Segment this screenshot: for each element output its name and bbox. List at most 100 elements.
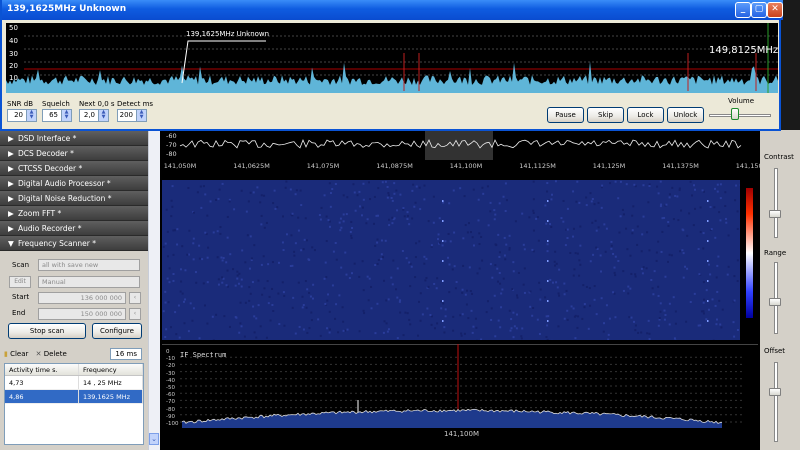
popup-y-label: 10 bbox=[9, 74, 18, 82]
spin-arrows-icon[interactable]: ▲ ▼ bbox=[61, 110, 71, 121]
plugin-row[interactable]: ▶ CTCSS Decoder * bbox=[0, 161, 148, 176]
pause-button[interactable]: Pause bbox=[547, 107, 584, 123]
db-label: -60 bbox=[166, 132, 177, 140]
if-spectrum-title: IF Spectrum bbox=[180, 351, 227, 359]
plugin-row[interactable]: ▶ DCS Decoder * bbox=[0, 146, 148, 161]
collapse-arrow-icon: ▶ bbox=[8, 164, 14, 173]
next-label: Next 0,0 s bbox=[79, 100, 115, 108]
frequency-axis[interactable]: 141,050M 141,0625M 141,075M 141,0875M 141,10… bbox=[160, 160, 768, 176]
clear-icon: ▮ bbox=[4, 350, 8, 358]
spin-arrows-icon[interactable]: ▲ ▼ bbox=[136, 110, 146, 121]
offset-slider-track[interactable] bbox=[774, 362, 778, 442]
activity-toolbar: ▮ Clear ✕ Delete 16 ms bbox=[4, 347, 144, 361]
close-icon: ✕ bbox=[771, 4, 779, 14]
plugin-label: CTCSS Decoder * bbox=[18, 164, 83, 173]
freq-tick-label: 141,125M bbox=[592, 162, 626, 170]
plugin-label: Digital Audio Processor * bbox=[18, 179, 111, 188]
popup-titlebar[interactable]: 139,1625MHz Unknown _ ▢ ✕ bbox=[2, 0, 783, 20]
spectrum-trace bbox=[179, 139, 742, 149]
lock-button[interactable]: Lock bbox=[627, 107, 664, 123]
contrast-label: Contrast bbox=[764, 153, 794, 161]
volume-label: Volume bbox=[728, 97, 755, 105]
detect-stepper[interactable]: 200 ▲ ▼ bbox=[117, 109, 147, 122]
clear-button[interactable]: Clear bbox=[10, 350, 28, 358]
plugin-row[interactable]: ▶ DSD Interface * bbox=[0, 131, 148, 146]
delete-button[interactable]: Delete bbox=[44, 350, 67, 358]
plugin-row[interactable]: ▶ Digital Noise Reduction * bbox=[0, 191, 148, 206]
snr-value: 20 bbox=[14, 111, 23, 119]
skip-button[interactable]: Skip bbox=[587, 107, 624, 123]
contrast-slider-track[interactable] bbox=[774, 168, 778, 238]
contrast-slider-thumb[interactable] bbox=[769, 210, 781, 218]
db-label: -70 bbox=[166, 141, 177, 149]
edit-mode-select[interactable]: Manual bbox=[38, 276, 140, 288]
scanner-popup-window: 139,1625MHz Unknown _ ▢ ✕ 50 40 30 20 10… bbox=[0, 0, 783, 131]
plugin-row[interactable]: ▶ Digital Audio Processor * bbox=[0, 176, 148, 191]
plugin-scrollbar[interactable] bbox=[148, 130, 160, 450]
detect-value: 200 bbox=[119, 111, 133, 119]
col-frequency[interactable]: Frequency bbox=[79, 364, 143, 375]
plugin-list: ▶ DSD Interface * ▶ DCS Decoder * ▶ CTCSS Dec… bbox=[0, 131, 148, 251]
minimize-icon: _ bbox=[740, 4, 746, 14]
range-slider-thumb[interactable] bbox=[769, 298, 781, 306]
next-stepper[interactable]: 2,0 ▲ ▼ bbox=[79, 109, 109, 122]
end-arrow-button[interactable]: ‹ bbox=[129, 308, 141, 320]
volume-slider-track[interactable] bbox=[709, 114, 771, 117]
plugin-row[interactable]: ▶ Zoom FFT * bbox=[0, 206, 148, 221]
row-freq: 139,1625 MHz bbox=[79, 390, 143, 403]
squelch-stepper[interactable]: 65 ▲ ▼ bbox=[42, 109, 72, 122]
maximize-button[interactable]: ▢ bbox=[751, 2, 767, 18]
freq-tick-label: 141,075M bbox=[306, 162, 340, 170]
spin-arrows-icon[interactable]: ▲ ▼ bbox=[98, 110, 108, 121]
squelch-value: 65 bbox=[49, 111, 58, 119]
freq-tick-label: 141,1125M bbox=[519, 162, 556, 170]
interval-display: 16 ms bbox=[110, 348, 142, 360]
col-activity-time[interactable]: Activity time s. bbox=[5, 364, 79, 375]
configure-button[interactable]: Configure bbox=[92, 323, 142, 339]
detect-label: Detect ms bbox=[117, 100, 154, 108]
popup-y-label: 20 bbox=[9, 62, 18, 70]
end-freq-input[interactable]: 150 000 000 bbox=[38, 308, 126, 320]
signal-annotation: 139,1625MHz Unknown bbox=[186, 30, 270, 38]
collapse-arrow-icon: ▶ bbox=[8, 149, 14, 158]
edit-button[interactable]: Edit bbox=[9, 276, 31, 288]
offset-slider-thumb[interactable] bbox=[769, 388, 781, 396]
collapse-arrow-icon: ▶ bbox=[8, 209, 14, 218]
scan-mode-select[interactable]: all with save new bbox=[38, 259, 140, 271]
waterfall-colorbar bbox=[746, 188, 753, 318]
db-scale: -60 -70 -80 bbox=[166, 132, 177, 159]
next-value: 2,0 bbox=[83, 111, 95, 119]
spin-arrows-icon[interactable]: ▲ ▼ bbox=[26, 110, 36, 121]
collapse-arrow-icon: ▶ bbox=[8, 224, 14, 233]
collapse-arrow-icon: ▶ bbox=[8, 134, 14, 143]
freq-tick-label: 141,100M bbox=[449, 162, 483, 170]
plugin-label: Zoom FFT * bbox=[18, 209, 62, 218]
if-spectrum-graph bbox=[180, 344, 742, 428]
volume-slider-thumb[interactable] bbox=[731, 108, 740, 120]
table-row[interactable]: 4,86 139,1625 MHz bbox=[5, 390, 143, 404]
plugin-label: DSD Interface * bbox=[18, 134, 77, 143]
expand-arrow-icon: ▼ bbox=[8, 239, 14, 248]
plugin-row[interactable]: ▶ Audio Recorder * bbox=[0, 221, 148, 236]
waterfall-noise bbox=[162, 180, 740, 340]
stop-scan-button[interactable]: Stop scan bbox=[8, 323, 86, 339]
popup-spectrum-graph bbox=[6, 23, 778, 93]
start-arrow-button[interactable]: ‹ bbox=[129, 292, 141, 304]
popup-y-label: 30 bbox=[9, 50, 18, 58]
minimize-button[interactable]: _ bbox=[735, 2, 751, 18]
close-button[interactable]: ✕ bbox=[767, 2, 783, 18]
activity-table: Activity time s. Frequency 4,73 14 , 25 … bbox=[4, 363, 144, 445]
if-center-freq: 141,100M bbox=[444, 430, 479, 438]
snr-label: SNR dB bbox=[7, 100, 34, 108]
delete-icon: ✕ bbox=[35, 350, 42, 358]
plugin-label: DCS Decoder * bbox=[18, 149, 74, 158]
plugin-row[interactable]: ▼ Frequency Scanner * bbox=[0, 236, 148, 251]
table-row[interactable]: 4,73 14 , 25 MHz bbox=[5, 376, 143, 390]
row-time: 4,73 bbox=[5, 376, 79, 389]
table-header: Activity time s. Frequency bbox=[5, 364, 143, 376]
scroll-down-arrow-icon[interactable]: ⌄ bbox=[149, 433, 159, 445]
snr-stepper[interactable]: 20 ▲ ▼ bbox=[7, 109, 37, 122]
unlock-button[interactable]: Unlock bbox=[667, 107, 704, 123]
start-freq-input[interactable]: 136 000 000 bbox=[38, 292, 126, 304]
app-root: ▶ DSD Interface * ▶ DCS Decoder * ▶ CTCSS Dec… bbox=[0, 0, 800, 450]
